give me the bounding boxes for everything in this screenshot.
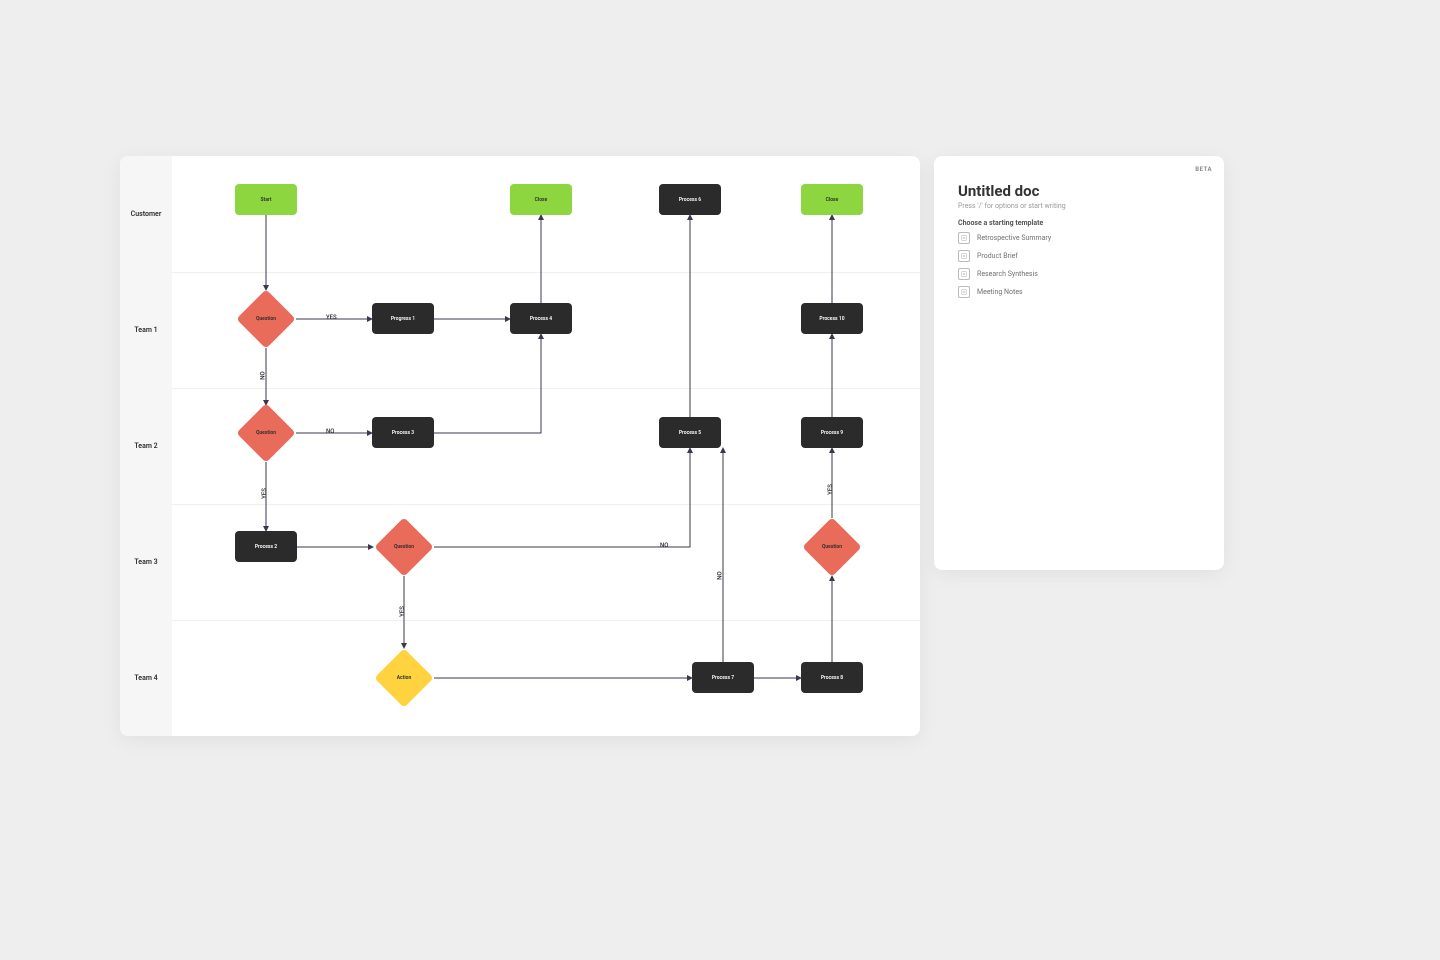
edge-label-no: NO (260, 371, 267, 379)
lane-label-team3: Team 3 (120, 504, 172, 620)
lane-label-team4: Team 4 (120, 620, 172, 736)
doc-title[interactable]: Untitled doc (958, 182, 1039, 200)
node-question-1[interactable]: Question (236, 289, 296, 349)
lane-header-column: Customer Team 1 Team 2 Team 3 Team 4 (120, 156, 172, 736)
doc-hint: Press '/' for options or start writing (958, 202, 1066, 210)
node-progress-1[interactable]: Progress 1 (372, 303, 434, 334)
node-question-4[interactable]: Question (802, 517, 862, 577)
node-close-1[interactable]: Close (510, 184, 572, 215)
lane-divider (172, 272, 920, 273)
template-product-brief[interactable]: Product Brief (958, 250, 1051, 262)
template-heading: Choose a starting template (958, 219, 1043, 227)
doc-panel[interactable]: BETA Untitled doc Press '/' for options … (934, 156, 1224, 570)
edge-label-no: NO (326, 428, 334, 435)
template-label: Retrospective Summary (977, 234, 1051, 242)
node-action[interactable]: Action (374, 648, 434, 708)
node-question-2[interactable]: Question (236, 403, 296, 463)
lane-divider (172, 388, 920, 389)
edge-label-yes: YES (261, 488, 268, 499)
lane-divider (172, 620, 920, 621)
node-process-4[interactable]: Process 4 (510, 303, 572, 334)
edge-label-yes: YES (827, 484, 834, 495)
template-label: Meeting Notes (977, 288, 1023, 296)
node-question-3[interactable]: Question (374, 517, 434, 577)
lane-label-team2: Team 2 (120, 388, 172, 504)
lane-divider (172, 504, 920, 505)
node-start[interactable]: Start (235, 184, 297, 215)
edge-label-no: NO (660, 542, 668, 549)
template-list: Retrospective Summary Product Brief Rese… (958, 232, 1051, 298)
doc-icon (958, 268, 970, 280)
edge-label-yes: YES (399, 606, 406, 617)
edge-label-no: NO (717, 571, 724, 579)
node-process-2[interactable]: Process 2 (235, 531, 297, 562)
beta-badge: BETA (1195, 166, 1212, 173)
node-process-5[interactable]: Process 5 (659, 417, 721, 448)
template-label: Research Synthesis (977, 270, 1038, 278)
template-meeting-notes[interactable]: Meeting Notes (958, 286, 1051, 298)
node-process-6[interactable]: Process 6 (659, 184, 721, 215)
node-process-3[interactable]: Process 3 (372, 417, 434, 448)
template-retrospective[interactable]: Retrospective Summary (958, 232, 1051, 244)
node-process-7[interactable]: Process 7 (692, 662, 754, 693)
template-label: Product Brief (977, 252, 1018, 260)
lane-label-customer: Customer (120, 156, 172, 272)
swimlane-canvas[interactable]: Customer Team 1 Team 2 Team 3 Team 4 (120, 156, 920, 736)
node-process-9[interactable]: Process 9 (801, 417, 863, 448)
doc-icon (958, 250, 970, 262)
template-research-synthesis[interactable]: Research Synthesis (958, 268, 1051, 280)
node-process-10[interactable]: Process 10 (801, 303, 863, 334)
node-process-8[interactable]: Process 8 (801, 662, 863, 693)
doc-icon (958, 232, 970, 244)
lane-label-team1: Team 1 (120, 272, 172, 388)
edge-label-yes: YES (326, 314, 337, 321)
node-close-2[interactable]: Close (801, 184, 863, 215)
doc-icon (958, 286, 970, 298)
